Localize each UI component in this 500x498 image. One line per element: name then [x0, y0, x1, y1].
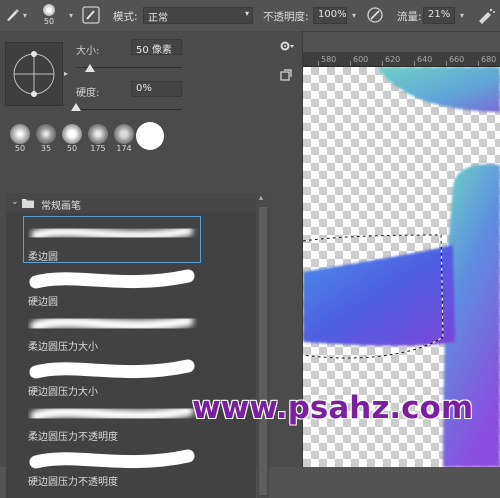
recent-brush-1[interactable]: 50 [8, 124, 32, 154]
brush-item-hard-round-pressure-size[interactable]: 硬边圆压力大小 [24, 352, 200, 398]
brush-stroke-preview [31, 226, 193, 241]
brush-tip-icon [62, 124, 82, 144]
brush-item-soft-round-pressure-opacity[interactable]: 柔边圆压力不透明度 [24, 397, 200, 443]
gear-icon[interactable] [279, 40, 295, 52]
hardness-label: 硬度: [76, 88, 100, 99]
brush-tool-icon[interactable] [4, 7, 20, 23]
recent-brush-size: 50 [14, 144, 26, 153]
ruler-tick-label: 640 [417, 55, 433, 64]
size-label: 大小: [76, 46, 100, 57]
flow-dropdown-icon[interactable]: ▾ [457, 11, 467, 21]
brush-tip-icon [10, 124, 30, 144]
watermark-text: www.psahz.com [192, 390, 474, 426]
mode-label: 模式: [113, 11, 138, 23]
scroll-up-icon[interactable]: ▴ [259, 193, 263, 202]
size-slider-knob[interactable] [84, 64, 95, 72]
mode-value: 正常 [148, 13, 168, 24]
brush-item-soft-round[interactable]: 柔边圆 [23, 216, 201, 263]
brush-stroke-preview [29, 449, 195, 469]
new-preset-icon[interactable] [280, 69, 292, 81]
brush-tip-icon [114, 124, 134, 144]
recent-brush-size: 50 [66, 144, 78, 153]
tool-preset-dropdown-icon[interactable]: ▾ [20, 11, 30, 21]
soft-round-icon [43, 4, 55, 16]
recent-brush-5[interactable]: 174 [112, 124, 136, 154]
caret-right-icon: ▸ [64, 69, 69, 78]
chevron-down-icon: ▾ [244, 9, 249, 18]
pressure-opacity-icon[interactable] [366, 6, 384, 24]
recent-brush-size: 35 [40, 144, 52, 153]
opacity-label: 不透明度: [263, 11, 309, 23]
brush-label: 柔边圆压力大小 [28, 342, 98, 353]
opacity-input[interactable]: 100% [313, 7, 347, 24]
brush-list-scrollbar[interactable]: ▴ [257, 193, 269, 498]
ruler-tick-label: 600 [353, 55, 369, 64]
mode-select[interactable]: 正常 ▾ [143, 7, 253, 24]
recent-brush-size: 175 [90, 144, 106, 153]
brush-label: 硬边圆压力大小 [28, 387, 98, 398]
brush-list: ⌄ 常规画笔 柔边圆 硬边圆 柔边圆压力大小 硬边圆压力大小 柔边圆压力不透明度… [6, 193, 256, 498]
size-input[interactable]: 50 像素 [131, 39, 182, 56]
opacity-dropdown-icon[interactable]: ▾ [349, 11, 359, 21]
hardness-input[interactable]: 0% [131, 81, 182, 97]
ruler-tick-label: 580 [321, 55, 337, 64]
brush-group-name: 常规画笔 [41, 201, 81, 212]
brush-stroke-preview [29, 269, 195, 289]
chevron-down-icon[interactable]: ⌄ [11, 197, 19, 207]
ruler-tick-label: 620 [385, 55, 401, 64]
brush-label: 柔边圆压力不透明度 [28, 432, 118, 443]
brush-stroke-preview [30, 405, 194, 422]
brush-label: 硬边圆 [28, 297, 58, 308]
ruler-tick-mark [414, 61, 415, 66]
brush-item-hard-round[interactable]: 硬边圆 [24, 262, 200, 308]
hardness-slider-track[interactable] [76, 109, 182, 110]
brush-item-hard-round-pressure-opacity[interactable]: 硬边圆压力不透明度 [24, 442, 200, 488]
ruler-tick-label: 680 [481, 55, 497, 64]
brush-tip-icon [36, 124, 56, 144]
recent-brush-4[interactable]: 175 [86, 124, 110, 154]
brush-settings-icon[interactable] [82, 6, 100, 24]
brush-tip-icon [136, 122, 164, 150]
brush-group-row[interactable]: ⌄ 常规画笔 [6, 193, 256, 213]
brush-stroke-preview [30, 315, 194, 332]
ruler-tick-label: 660 [449, 55, 465, 64]
angle-roundness-widget[interactable] [5, 42, 63, 106]
airbrush-icon[interactable] [476, 6, 496, 24]
recent-brush-size: 174 [116, 144, 132, 153]
recent-brush-3[interactable]: 50 [60, 124, 84, 154]
horizontal-ruler: 580 600 620 640 660 680 [303, 52, 500, 67]
options-bar: ▾ 50 ▾ 模式: 正常 ▾ 不透明度: 100% ▾ 流量: 21% ▾ [0, 0, 500, 32]
ruler-tick-mark [318, 61, 319, 66]
ruler-tick-mark [382, 61, 383, 66]
brush-tip-shape-icon [13, 51, 55, 97]
brush-label: 硬边圆压力不透明度 [28, 477, 118, 488]
folder-icon [22, 199, 34, 208]
brush-item-soft-round-pressure-size[interactable]: 柔边圆压力大小 [24, 307, 200, 353]
brush-size-readout: 50 [43, 17, 55, 26]
brush-preset-picker[interactable]: 50 [36, 2, 62, 29]
brush-tip-icon [88, 124, 108, 144]
ruler-tick-mark [446, 61, 447, 66]
scrollbar-thumb[interactable] [259, 207, 267, 495]
recent-brush-2[interactable]: 35 [34, 124, 58, 154]
ruler-tick-mark [478, 61, 479, 66]
ruler-tick-mark [350, 61, 351, 66]
flow-label: 流量: [397, 11, 422, 23]
flow-input[interactable]: 21% [423, 7, 455, 24]
brush-stroke-preview [29, 359, 195, 379]
recent-brush-6[interactable] [136, 122, 164, 154]
brush-label: 柔边圆 [28, 252, 58, 263]
hardness-slider-knob[interactable] [71, 103, 81, 111]
brush-picker-dropdown-icon[interactable]: ▾ [66, 11, 76, 21]
